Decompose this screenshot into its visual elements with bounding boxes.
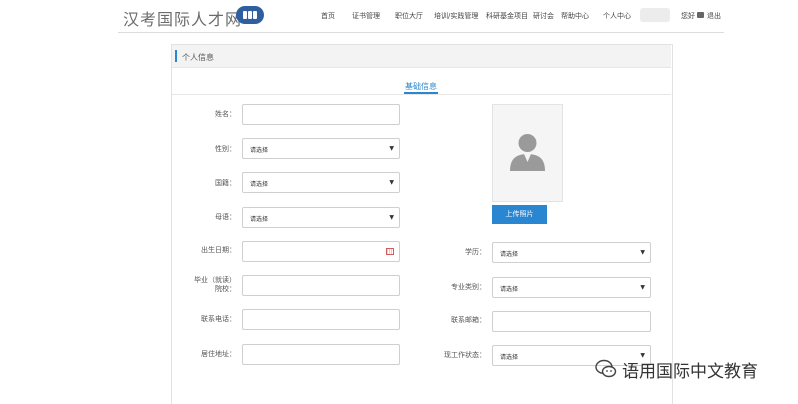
tab-basic-info[interactable]: 基础信息 <box>405 81 437 92</box>
caret-down-icon: ▼ <box>389 145 394 152</box>
caret-down-icon: ▼ <box>640 249 645 256</box>
gender-select[interactable]: 请选择 ▼ <box>242 138 400 159</box>
work-status-select-value: 请选择 <box>500 354 519 361</box>
logout-link[interactable]: 退出 <box>707 11 721 21</box>
name-input[interactable] <box>242 104 400 125</box>
education-label: 学历： <box>465 248 486 256</box>
logo-badge-icon <box>236 6 264 24</box>
gender-label: 性别： <box>215 145 236 153</box>
nationality-select[interactable]: 请选择 ▼ <box>242 172 400 193</box>
caret-down-icon: ▼ <box>389 179 394 186</box>
header-divider <box>118 32 724 33</box>
native-language-select[interactable]: 请选择 ▼ <box>242 207 400 228</box>
major-category-label: 专业类别： <box>451 283 486 291</box>
phone-input[interactable] <box>242 309 400 330</box>
nav-certificates[interactable]: 证书管理 <box>352 11 380 21</box>
education-select[interactable]: 请选择 ▼ <box>492 242 651 263</box>
nav-research[interactable]: 科研基金项目 <box>486 11 528 21</box>
nav-jobs[interactable]: 职位大厅 <box>395 11 423 21</box>
school-input[interactable] <box>242 275 400 296</box>
education-select-value: 请选择 <box>500 251 519 258</box>
wechat-icon <box>595 359 617 378</box>
panel-title: 个人信息 <box>182 53 214 62</box>
address-input[interactable] <box>242 344 400 365</box>
nav-home[interactable]: 首页 <box>321 11 335 21</box>
phone-label: 联系电话： <box>201 315 236 323</box>
birth-date-input[interactable] <box>242 241 400 262</box>
panel-header <box>172 45 671 68</box>
photo-preview <box>492 104 563 202</box>
native-language-select-value: 请选择 <box>250 216 269 223</box>
email-label: 联系邮箱： <box>451 316 486 324</box>
birth-date-label: 出生日期： <box>201 246 236 254</box>
caret-down-icon: ▼ <box>640 284 645 291</box>
panel-accent-bar <box>175 50 177 62</box>
nationality-label: 国籍： <box>215 179 236 187</box>
address-label: 居住地址： <box>201 350 236 358</box>
nav-help[interactable]: 帮助中心 <box>561 11 589 21</box>
site-logo-text[interactable]: 汉考国际人才网 <box>123 6 242 30</box>
greeting-text: 您好 <box>681 12 695 20</box>
avatar-placeholder-icon <box>510 134 545 171</box>
nav-training[interactable]: 培训/实践管理 <box>434 11 478 21</box>
email-input[interactable] <box>492 311 651 332</box>
caret-down-icon: ▼ <box>389 214 394 221</box>
native-language-label: 母语： <box>215 213 236 221</box>
major-category-select-value: 请选择 <box>500 286 519 293</box>
nationality-select-value: 请选择 <box>250 181 269 188</box>
username-blurred <box>640 8 670 22</box>
major-category-select[interactable]: 请选择 ▼ <box>492 277 651 298</box>
calendar-icon[interactable] <box>386 248 394 255</box>
work-status-label: 现工作状态： <box>444 351 486 359</box>
school-label-line2: 院校： <box>215 285 236 293</box>
school-label-line1: 毕业（就读） <box>194 276 236 284</box>
nav-seminar[interactable]: 研讨会 <box>533 11 554 21</box>
name-label: 姓名： <box>215 110 236 118</box>
nav-personal-center[interactable]: 个人中心 <box>603 11 631 21</box>
gender-select-value: 请选择 <box>250 147 269 154</box>
watermark-text: 语用国际中文教育 <box>622 362 758 382</box>
user-icon <box>697 12 704 18</box>
tab-divider <box>172 94 671 95</box>
upload-photo-button[interactable]: 上传照片 <box>492 205 547 224</box>
